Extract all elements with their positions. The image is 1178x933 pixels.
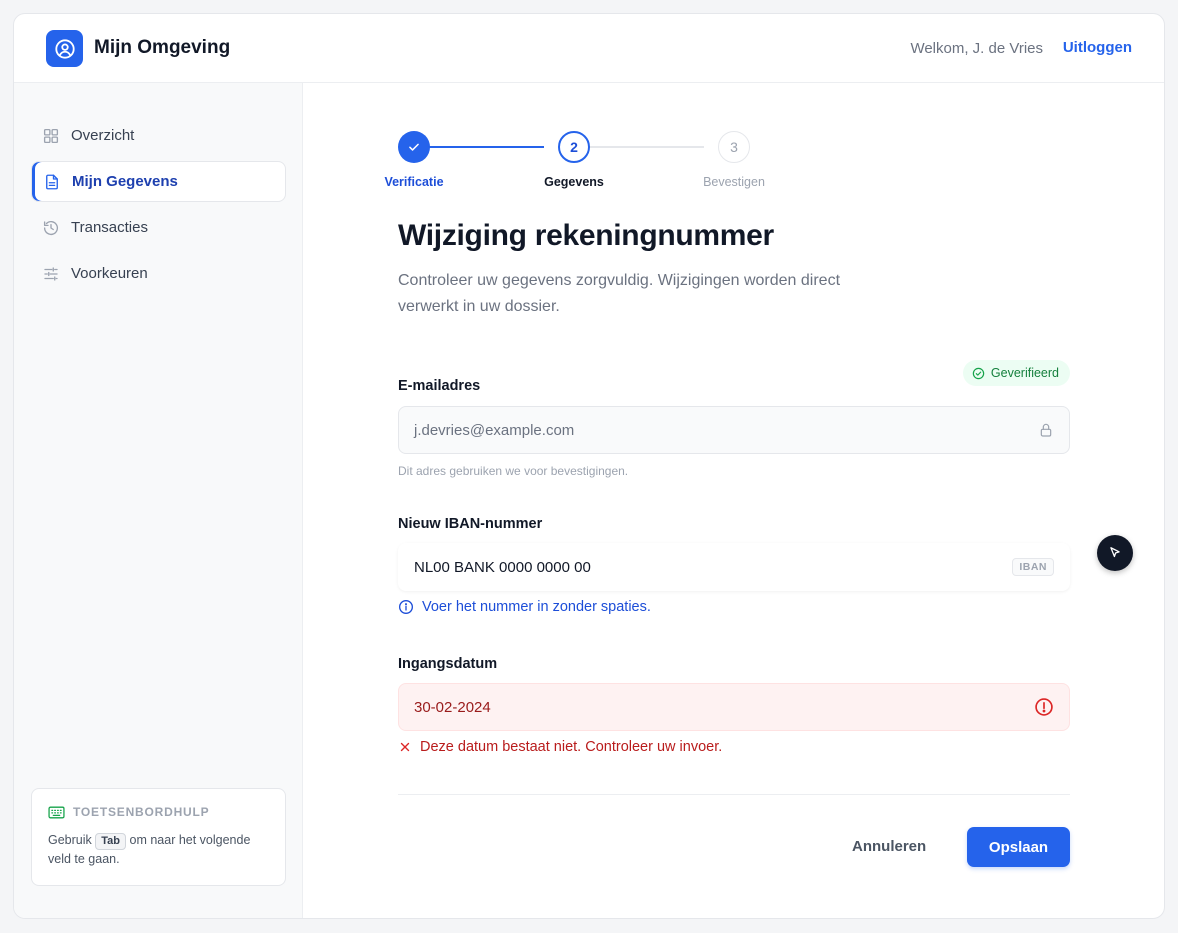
sidebar-item-label: Mijn Gegevens <box>72 173 178 190</box>
step-3-circle: 3 <box>718 131 750 163</box>
step-1-circle <box>398 131 430 163</box>
info-icon <box>399 600 413 614</box>
x-icon <box>400 742 410 752</box>
email-value: j.devries@example.com <box>414 421 575 439</box>
step-connector-done <box>414 146 544 148</box>
form-divider <box>398 794 1070 795</box>
step-connector-upcoming <box>574 146 704 148</box>
app-window: Mijn Omgeving Welkom, J. de Vries Uitlog… <box>13 13 1165 919</box>
iban-info-text: Voer het nummer in zonder spaties. <box>422 599 651 615</box>
sidebar-item-mijn-gegevens[interactable]: Mijn Gegevens <box>31 161 286 202</box>
user-circle-icon <box>46 30 83 67</box>
cursor-button[interactable] <box>1097 535 1133 571</box>
step-1-label: Verificatie <box>384 175 444 189</box>
history-icon <box>43 220 59 235</box>
app-title: Mijn Omgeving <box>94 37 231 58</box>
step-2-label: Gegevens <box>544 175 604 189</box>
document-icon <box>46 174 58 189</box>
date-label: Ingangsdatum <box>398 656 498 672</box>
sidebar-item-label: Voorkeuren <box>71 265 148 282</box>
cursor-arrow-icon <box>1110 547 1120 558</box>
date-error-message: Deze datum bestaat niet. Controleer uw i… <box>398 739 722 755</box>
date-value: 30-02-2024 <box>414 698 491 716</box>
sidebar-item-overzicht[interactable]: Overzicht <box>31 115 286 156</box>
alert-circle-icon <box>1035 698 1053 716</box>
keyboard-help-card: TOETSENBORDHULP Gebruik Tab om naar het … <box>31 788 286 886</box>
check-circle-icon <box>972 367 985 379</box>
date-input[interactable]: 30-02-2024 <box>398 683 1070 731</box>
keyboard-icon <box>48 806 65 818</box>
top-header: Mijn Omgeving Welkom, J. de Vries Uitlog… <box>14 14 1164 83</box>
tab-key: Tab <box>95 833 127 850</box>
sidebar-item-label: Transacties <box>71 219 148 236</box>
welcome-text: Welkom, J. de Vries <box>910 40 1043 57</box>
email-label: E-mailadres <box>398 378 481 394</box>
sidebar-item-voorkeuren[interactable]: Voorkeuren <box>31 253 286 294</box>
help-text-before: Gebruik <box>48 833 92 847</box>
lock-icon <box>1040 423 1052 437</box>
check-icon <box>409 143 419 151</box>
date-error-text: Deze datum bestaat niet. Controleer uw i… <box>420 739 723 755</box>
grid-icon <box>43 128 59 143</box>
iban-info-message: Voer het nummer in zonder spaties. <box>398 599 651 615</box>
iban-tag: IBAN <box>1012 558 1054 576</box>
help-title-row: TOETSENBORDHULP <box>48 805 269 819</box>
step-2-circle: 2 <box>558 131 590 163</box>
sidebar: Overzicht Mijn Gegevens Transacties Voor… <box>14 83 303 918</box>
main-content: 2 3 Verificatie Gegevens Bevestigen Wijz… <box>303 83 1164 918</box>
step-3-label: Bevestigen <box>703 175 765 189</box>
iban-value: NL00 BANK 0000 0000 00 <box>414 558 591 576</box>
iban-label: Nieuw IBAN-nummer <box>398 516 543 532</box>
verified-badge-text: Geverifieerd <box>990 366 1059 380</box>
email-hint: Dit adres gebruiken we voor bevestiginge… <box>398 464 629 478</box>
email-field[interactable]: j.devries@example.com <box>398 406 1070 454</box>
page-title: Wijziging rekeningnummer <box>398 219 774 252</box>
help-text: Gebruik Tab om naar het volgende veld te… <box>48 831 269 869</box>
verified-badge: Geverifieerd <box>962 360 1070 386</box>
help-title: TOETSENBORDHULP <box>73 805 210 819</box>
sidebar-item-transacties[interactable]: Transacties <box>31 207 286 248</box>
stepper: 2 3 Verificatie Gegevens Bevestigen <box>383 131 783 191</box>
iban-input[interactable]: NL00 BANK 0000 0000 00 IBAN <box>398 543 1070 591</box>
save-button[interactable]: Opslaan <box>967 827 1070 867</box>
cancel-button[interactable]: Annuleren <box>852 838 926 855</box>
sidebar-item-label: Overzicht <box>71 127 135 144</box>
logout-link[interactable]: Uitloggen <box>1063 39 1132 56</box>
sliders-icon <box>44 266 58 281</box>
page-description: Controleer uw gegevens zorgvuldig. Wijzi… <box>398 272 841 315</box>
